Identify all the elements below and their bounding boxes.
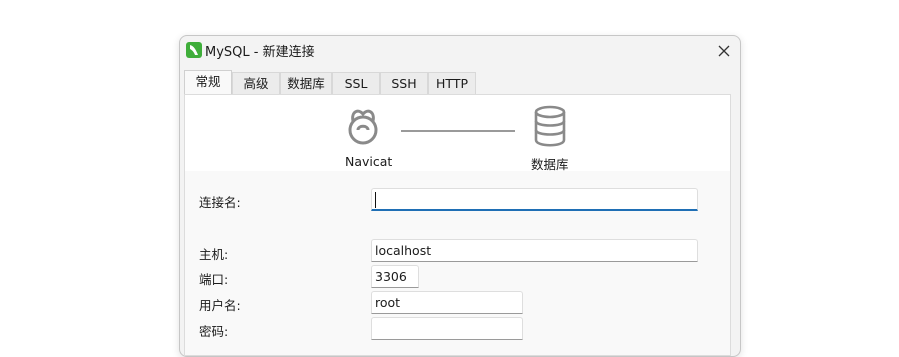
close-button[interactable] — [712, 39, 736, 63]
text-caret — [375, 192, 376, 208]
host-value: localhost — [375, 243, 432, 258]
connection-line — [401, 130, 515, 132]
username-value: root — [375, 295, 401, 310]
host-input[interactable]: localhost — [371, 239, 698, 262]
port-label: 端口: — [199, 272, 229, 287]
tab-label: SSH — [391, 76, 417, 91]
tab-ssh[interactable]: SSH — [380, 72, 428, 94]
connection-diagram: Navicat 数据库 — [185, 95, 730, 172]
tab-label: HTTP — [436, 76, 468, 91]
port-input[interactable]: 3306 — [371, 265, 419, 288]
tab-http[interactable]: HTTP — [428, 72, 476, 94]
tab-label: 高级 — [243, 76, 269, 91]
tab-label: 常规 — [195, 74, 221, 89]
window-title: MySQL - 新建连接 — [205, 45, 315, 60]
close-icon — [718, 45, 730, 57]
username-input[interactable]: root — [371, 291, 523, 314]
new-connection-dialog: MySQL - 新建连接 常规 高级 数据库 SSL SSH HTTP Navi… — [179, 35, 741, 357]
tab-ssl[interactable]: SSL — [332, 72, 380, 94]
tab-general[interactable]: 常规 — [184, 70, 232, 94]
general-panel: Navicat 数据库 连接名: 主机: localhost 端口: 3306 … — [184, 94, 731, 356]
tab-databases[interactable]: 数据库 — [280, 72, 332, 94]
navicat-label: Navicat — [345, 154, 393, 169]
title-bar: MySQL - 新建连接 — [180, 36, 740, 66]
username-label: 用户名: — [199, 298, 241, 313]
host-label: 主机: — [199, 247, 229, 262]
navicat-app-icon — [186, 42, 202, 58]
tab-advanced[interactable]: 高级 — [232, 72, 280, 94]
port-value: 3306 — [375, 269, 407, 284]
database-icon — [534, 105, 566, 147]
tab-label: 数据库 — [287, 76, 325, 91]
tab-label: SSL — [344, 76, 368, 91]
connection-name-label: 连接名: — [199, 195, 241, 210]
connection-name-input[interactable] — [371, 188, 698, 211]
password-input[interactable] — [371, 317, 523, 340]
password-label: 密码: — [199, 324, 229, 339]
database-label: 数据库 — [531, 157, 569, 172]
navicat-logo-icon — [348, 109, 378, 145]
